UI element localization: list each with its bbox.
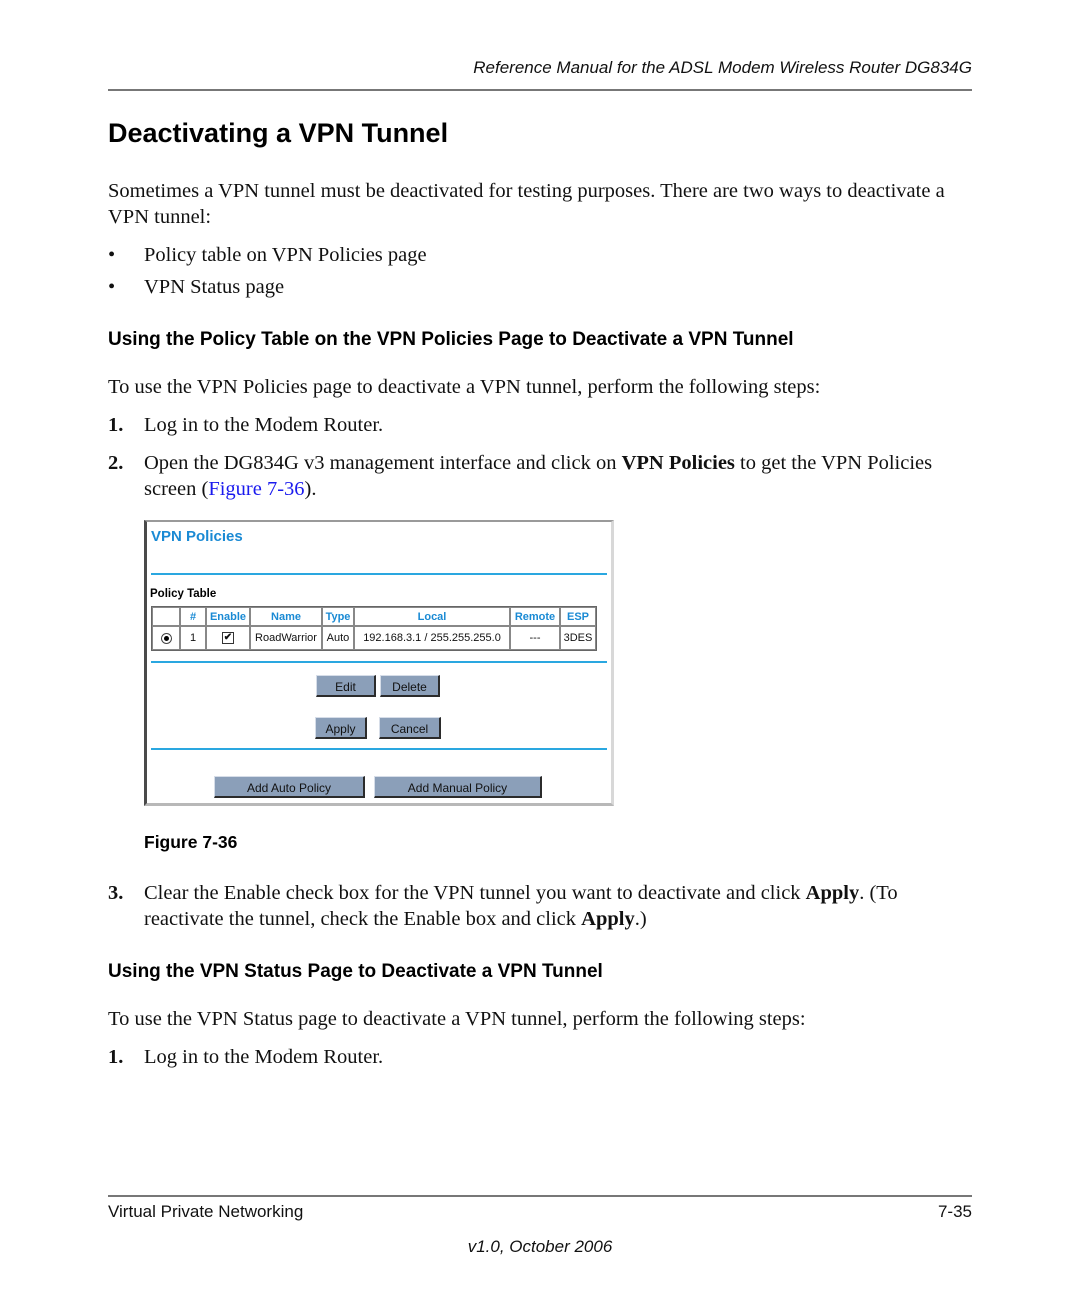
ui-term: Apply — [581, 908, 635, 930]
column-header-name: Name — [250, 607, 322, 626]
section-intro: To use the VPN Status page to deactivate… — [108, 1008, 806, 1030]
step-text-part: Open the DG834G v3 management interface … — [144, 452, 622, 474]
policy-remote: --- — [510, 626, 560, 650]
page-number: 7-35 — [937, 1202, 972, 1221]
edit-button[interactable]: Edit — [316, 675, 376, 697]
step-number: 3. — [108, 882, 124, 904]
row-select-cell[interactable] — [152, 626, 180, 650]
vpn-policies-screenshot: VPN Policies Policy Table # Enable Name … — [144, 520, 614, 806]
step-number: 1. — [108, 414, 124, 436]
intro-paragraph: Sometimes a VPN tunnel must be deactivat… — [108, 180, 945, 228]
section-intro: To use the VPN Policies page to deactiva… — [108, 376, 821, 398]
column-header-type: Type — [322, 607, 354, 626]
divider — [151, 573, 607, 575]
column-header-remote: Remote — [510, 607, 560, 626]
document-version: v1.0, October 2006 — [467, 1237, 613, 1256]
step-number: 1. — [108, 1046, 124, 1068]
section-heading: Using the Policy Table on the VPN Polici… — [108, 329, 794, 350]
step-text: Clear the Enable check box for the VPN t… — [144, 880, 974, 932]
step-text: Log in to the Modem Router. — [144, 1046, 384, 1068]
figure-link[interactable]: Figure 7-36 — [208, 478, 304, 500]
column-header-select — [152, 607, 180, 626]
running-header: Reference Manual for the ADSL Modem Wire… — [473, 58, 972, 77]
step-text: Open the DG834G v3 management interface … — [144, 450, 974, 502]
divider — [151, 748, 607, 750]
policy-name: RoadWarrior — [250, 626, 322, 650]
column-header-esp: ESP — [560, 607, 596, 626]
page-title: Deactivating a VPN Tunnel — [108, 118, 449, 148]
figure-caption: Figure 7-36 — [144, 832, 238, 852]
add-manual-policy-button[interactable]: Add Manual Policy — [374, 776, 542, 798]
policy-table: # Enable Name Type Local Remote ESP 1 ✔ … — [151, 606, 597, 651]
bullet-text: Policy table on VPN Policies page — [144, 244, 427, 266]
policy-type: Auto — [322, 626, 354, 650]
ui-term: Apply — [805, 882, 860, 904]
cancel-button[interactable]: Cancel — [379, 717, 441, 739]
row-number: 1 — [180, 626, 206, 650]
step-text: Log in to the Modem Router. — [144, 414, 384, 436]
column-header-number: # — [180, 607, 206, 626]
footer-divider — [108, 1195, 972, 1197]
bullet-text: VPN Status page — [144, 276, 285, 298]
bullet-glyph: • — [108, 276, 116, 298]
header-divider — [108, 89, 972, 91]
table-row: 1 ✔ RoadWarrior Auto 192.168.3.1 / 255.2… — [152, 626, 596, 650]
section-heading: Using the VPN Status Page to Deactivate … — [108, 961, 603, 982]
step-text-part: ). — [304, 478, 317, 500]
column-header-local: Local — [354, 607, 510, 626]
delete-button[interactable]: Delete — [380, 675, 440, 697]
vpn-policies-title: VPN Policies — [151, 528, 243, 545]
enable-checkbox[interactable]: ✔ — [222, 632, 234, 645]
step-text-part: Clear the Enable check box for the VPN t… — [144, 882, 806, 904]
apply-button[interactable]: Apply — [315, 717, 367, 739]
policy-esp: 3DES — [560, 626, 596, 650]
step-text-part: .) — [634, 908, 647, 930]
ui-term: VPN Policies — [621, 452, 735, 474]
add-auto-policy-button[interactable]: Add Auto Policy — [214, 776, 365, 798]
column-header-enable: Enable — [206, 607, 250, 626]
divider — [151, 661, 607, 663]
table-header-row: # Enable Name Type Local Remote ESP — [152, 607, 596, 626]
row-select-radio[interactable] — [160, 632, 172, 644]
step-number: 2. — [108, 452, 124, 474]
policy-local: 192.168.3.1 / 255.255.255.0 — [354, 626, 510, 650]
footer-chapter: Virtual Private Networking — [108, 1202, 304, 1221]
enable-cell[interactable]: ✔ — [206, 626, 250, 650]
policy-table-label: Policy Table — [150, 588, 217, 600]
bullet-glyph: • — [108, 244, 116, 266]
